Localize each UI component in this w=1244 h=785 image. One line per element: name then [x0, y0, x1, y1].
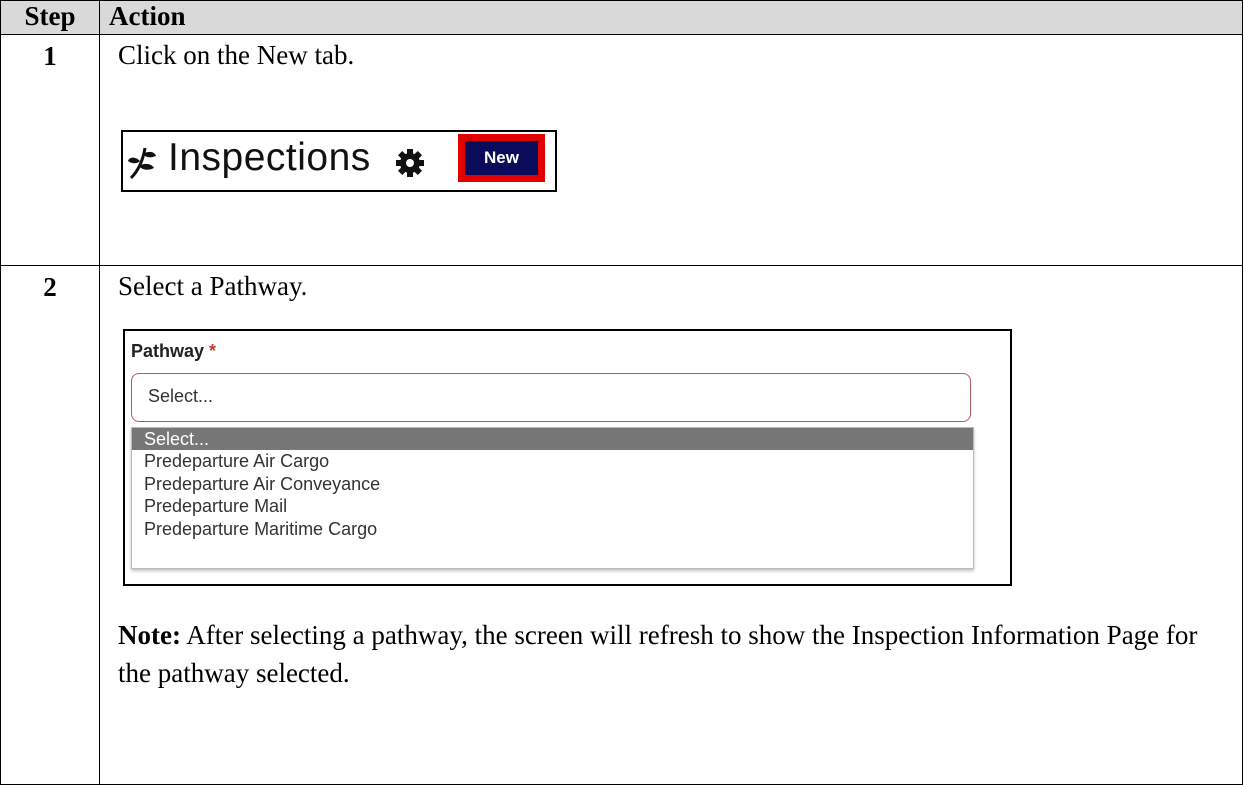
step-instruction: Click on the New tab.: [118, 40, 355, 70]
new-button-highlight: New: [458, 134, 545, 182]
leaf-icon: [127, 146, 157, 180]
inspections-header-screenshot: Inspections New: [121, 130, 557, 192]
step-column-header: Step: [0, 0, 100, 35]
pathway-select-screenshot: Pathway * Select... Select... Predepartu…: [123, 329, 1012, 586]
action-cell: Select a Pathway. Pathway * Select... Se…: [99, 265, 1243, 785]
gear-icon[interactable]: [395, 148, 425, 178]
note-label: Note:: [118, 620, 181, 650]
pathway-option[interactable]: Select...: [132, 428, 973, 451]
instruction-table: Step Action 1 Click on the New tab. Insp…: [0, 0, 1243, 785]
action-column-header: Action: [99, 0, 1243, 35]
note: Note: After selecting a pathway, the scr…: [118, 616, 1198, 692]
pathway-label: Pathway *: [131, 341, 217, 361]
required-marker: *: [209, 341, 217, 361]
pathway-option[interactable]: Predeparture Maritime Cargo: [132, 518, 973, 540]
note-text: After selecting a pathway, the screen wi…: [118, 620, 1198, 688]
pathway-option[interactable]: Predeparture Mail: [132, 495, 973, 517]
step-instruction: Select a Pathway.: [118, 271, 308, 301]
action-cell: Click on the New tab. Inspections New: [99, 34, 1243, 266]
step-row-1: 1 Click on the New tab. Inspections New: [0, 34, 1243, 266]
header-row: Step Action: [0, 0, 1243, 35]
step-number: 1: [0, 34, 100, 266]
step-number: 2: [0, 265, 100, 785]
new-button[interactable]: New: [465, 141, 538, 175]
pathway-option[interactable]: Predeparture Air Cargo: [132, 450, 973, 472]
pathway-select-value: Select...: [148, 386, 214, 406]
pathway-select[interactable]: Select...: [131, 373, 971, 422]
pathway-option[interactable]: Predeparture Air Conveyance: [132, 473, 973, 495]
step-row-2: 2 Select a Pathway. Pathway * Select... …: [0, 265, 1243, 785]
pathway-options-list[interactable]: Select... Predeparture Air Cargo Predepa…: [131, 427, 974, 569]
inspections-title: Inspections: [168, 136, 371, 179]
